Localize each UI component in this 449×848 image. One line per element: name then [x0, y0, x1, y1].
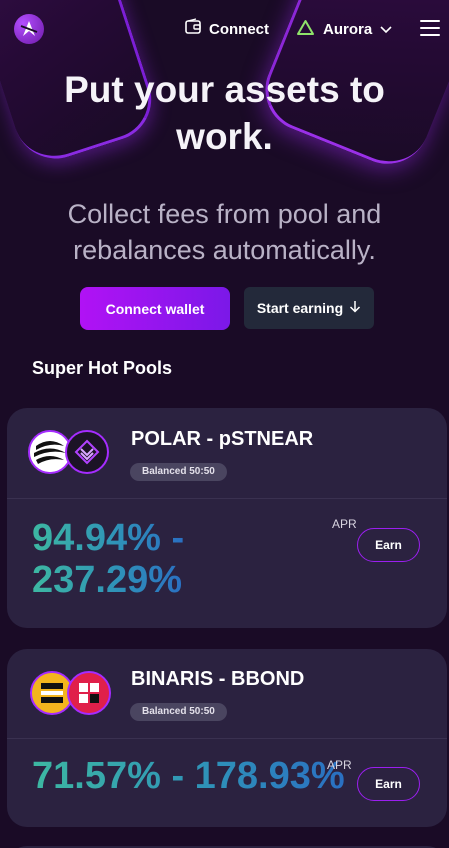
bbond-token-icon — [67, 671, 111, 715]
network-selector[interactable]: Aurora — [296, 18, 392, 40]
apr-value: 71.57% - 178.93% — [32, 755, 345, 797]
earn-button[interactable]: Earn — [357, 528, 420, 562]
pool-pair-name: BINARIS - BBOND — [131, 668, 305, 690]
header: Connect Aurora — [0, 0, 449, 60]
apr-label: APR — [332, 517, 357, 531]
apr-label: APR — [327, 758, 352, 772]
pool-pair-name: POLAR - pSTNEAR — [131, 428, 314, 450]
aurora-logo-icon[interactable] — [14, 14, 44, 44]
start-earning-label: Start earning — [256, 300, 344, 316]
arrow-down-icon — [349, 300, 361, 316]
hamburger-menu-icon[interactable] — [420, 20, 440, 36]
wallet-icon — [184, 18, 202, 40]
triangle-icon — [296, 19, 315, 40]
pool-card[interactable]: BINARIS - BBOND Balanced 50:50 71.57% - … — [7, 649, 447, 827]
pool-badge: Balanced 50:50 — [130, 703, 227, 721]
pool-card[interactable]: POLAR - pSTNEAR Balanced 50:50 94.94% - … — [7, 408, 447, 628]
chevron-down-icon — [380, 21, 392, 38]
section-title: Super Hot Pools — [32, 358, 173, 378]
pstnear-token-icon — [65, 430, 109, 474]
connect-wallet-button[interactable]: Connect wallet — [80, 287, 230, 330]
hero-subtitle: Collect fees from pool and rebalances au… — [67, 199, 382, 265]
hero-title: Put your assets to work. — [64, 69, 385, 157]
pool-badge: Balanced 50:50 — [130, 463, 227, 481]
network-label: Aurora — [323, 20, 373, 38]
connect-nav-button[interactable]: Connect — [184, 18, 269, 40]
start-earning-button[interactable]: Start earning — [244, 287, 374, 329]
card-divider — [7, 738, 447, 739]
connect-nav-label: Connect — [209, 20, 269, 38]
apr-value: 94.94% - 237.29% — [32, 517, 185, 601]
earn-button[interactable]: Earn — [357, 767, 420, 801]
card-divider — [7, 498, 447, 499]
